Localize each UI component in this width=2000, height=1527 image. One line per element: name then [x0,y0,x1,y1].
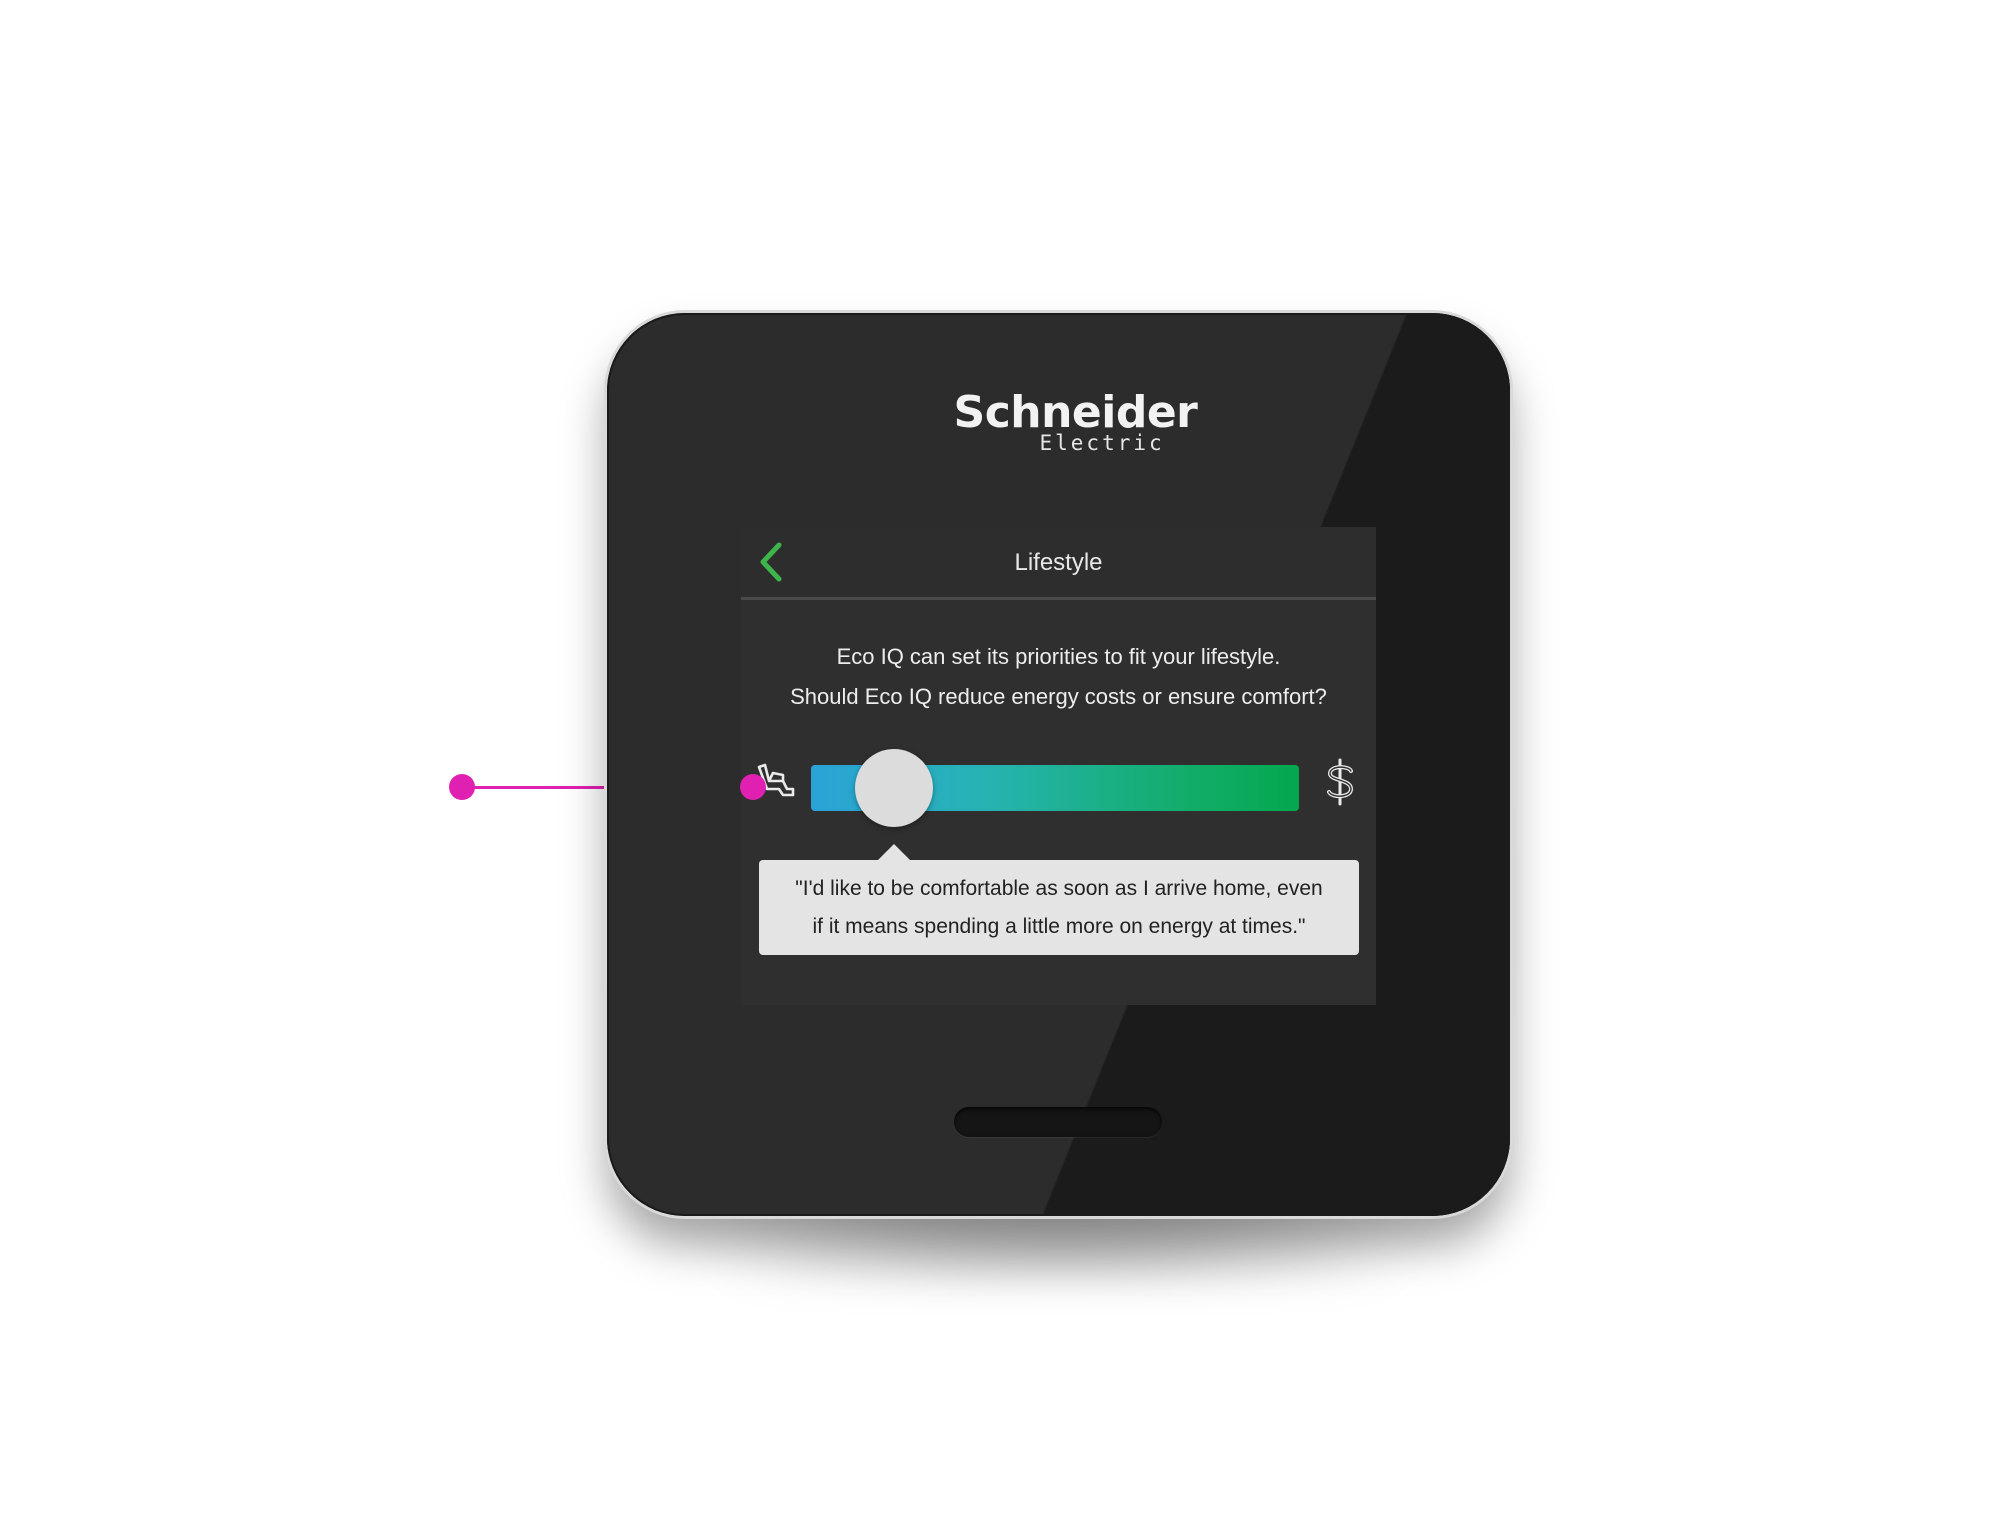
brand-name: Schneider [953,387,1198,438]
touch-screen: Lifestyle Eco IQ can set its priorities … [741,527,1376,1005]
intro-line-1: Eco IQ can set its priorities to fit you… [836,644,1281,669]
tooltip-line-2: if it means spending a little more on en… [812,915,1306,938]
brand-sub: Electric [1039,431,1165,455]
comfort-cost-slider[interactable] [811,749,1299,827]
intro-line-2: Should Eco IQ reduce energy costs or ens… [790,684,1327,709]
screen-header: Lifestyle [741,527,1376,600]
stage: Schneider Electric Lifestyle Eco IQ can … [0,0,2000,1527]
screen-title: Lifestyle [1014,549,1103,576]
intro-text: Eco IQ can set its priorities to fit you… [741,637,1376,717]
home-button[interactable] [954,1107,1162,1137]
tooltip-line-1: "I'd like to be comfortable as soon as I… [795,877,1323,900]
tooltip-arrow [878,844,910,860]
thermostat-device: Schneider Electric Lifestyle Eco IQ can … [607,313,1510,1216]
lifestyle-tooltip: "I'd like to be comfortable as soon as I… [759,844,1359,955]
callout-dot-end [740,774,766,800]
callout-dot-start [449,774,475,800]
brand-logo: Schneider Electric [607,387,1510,456]
dollar-icon [1327,758,1354,806]
slider-thumb[interactable] [855,749,933,827]
